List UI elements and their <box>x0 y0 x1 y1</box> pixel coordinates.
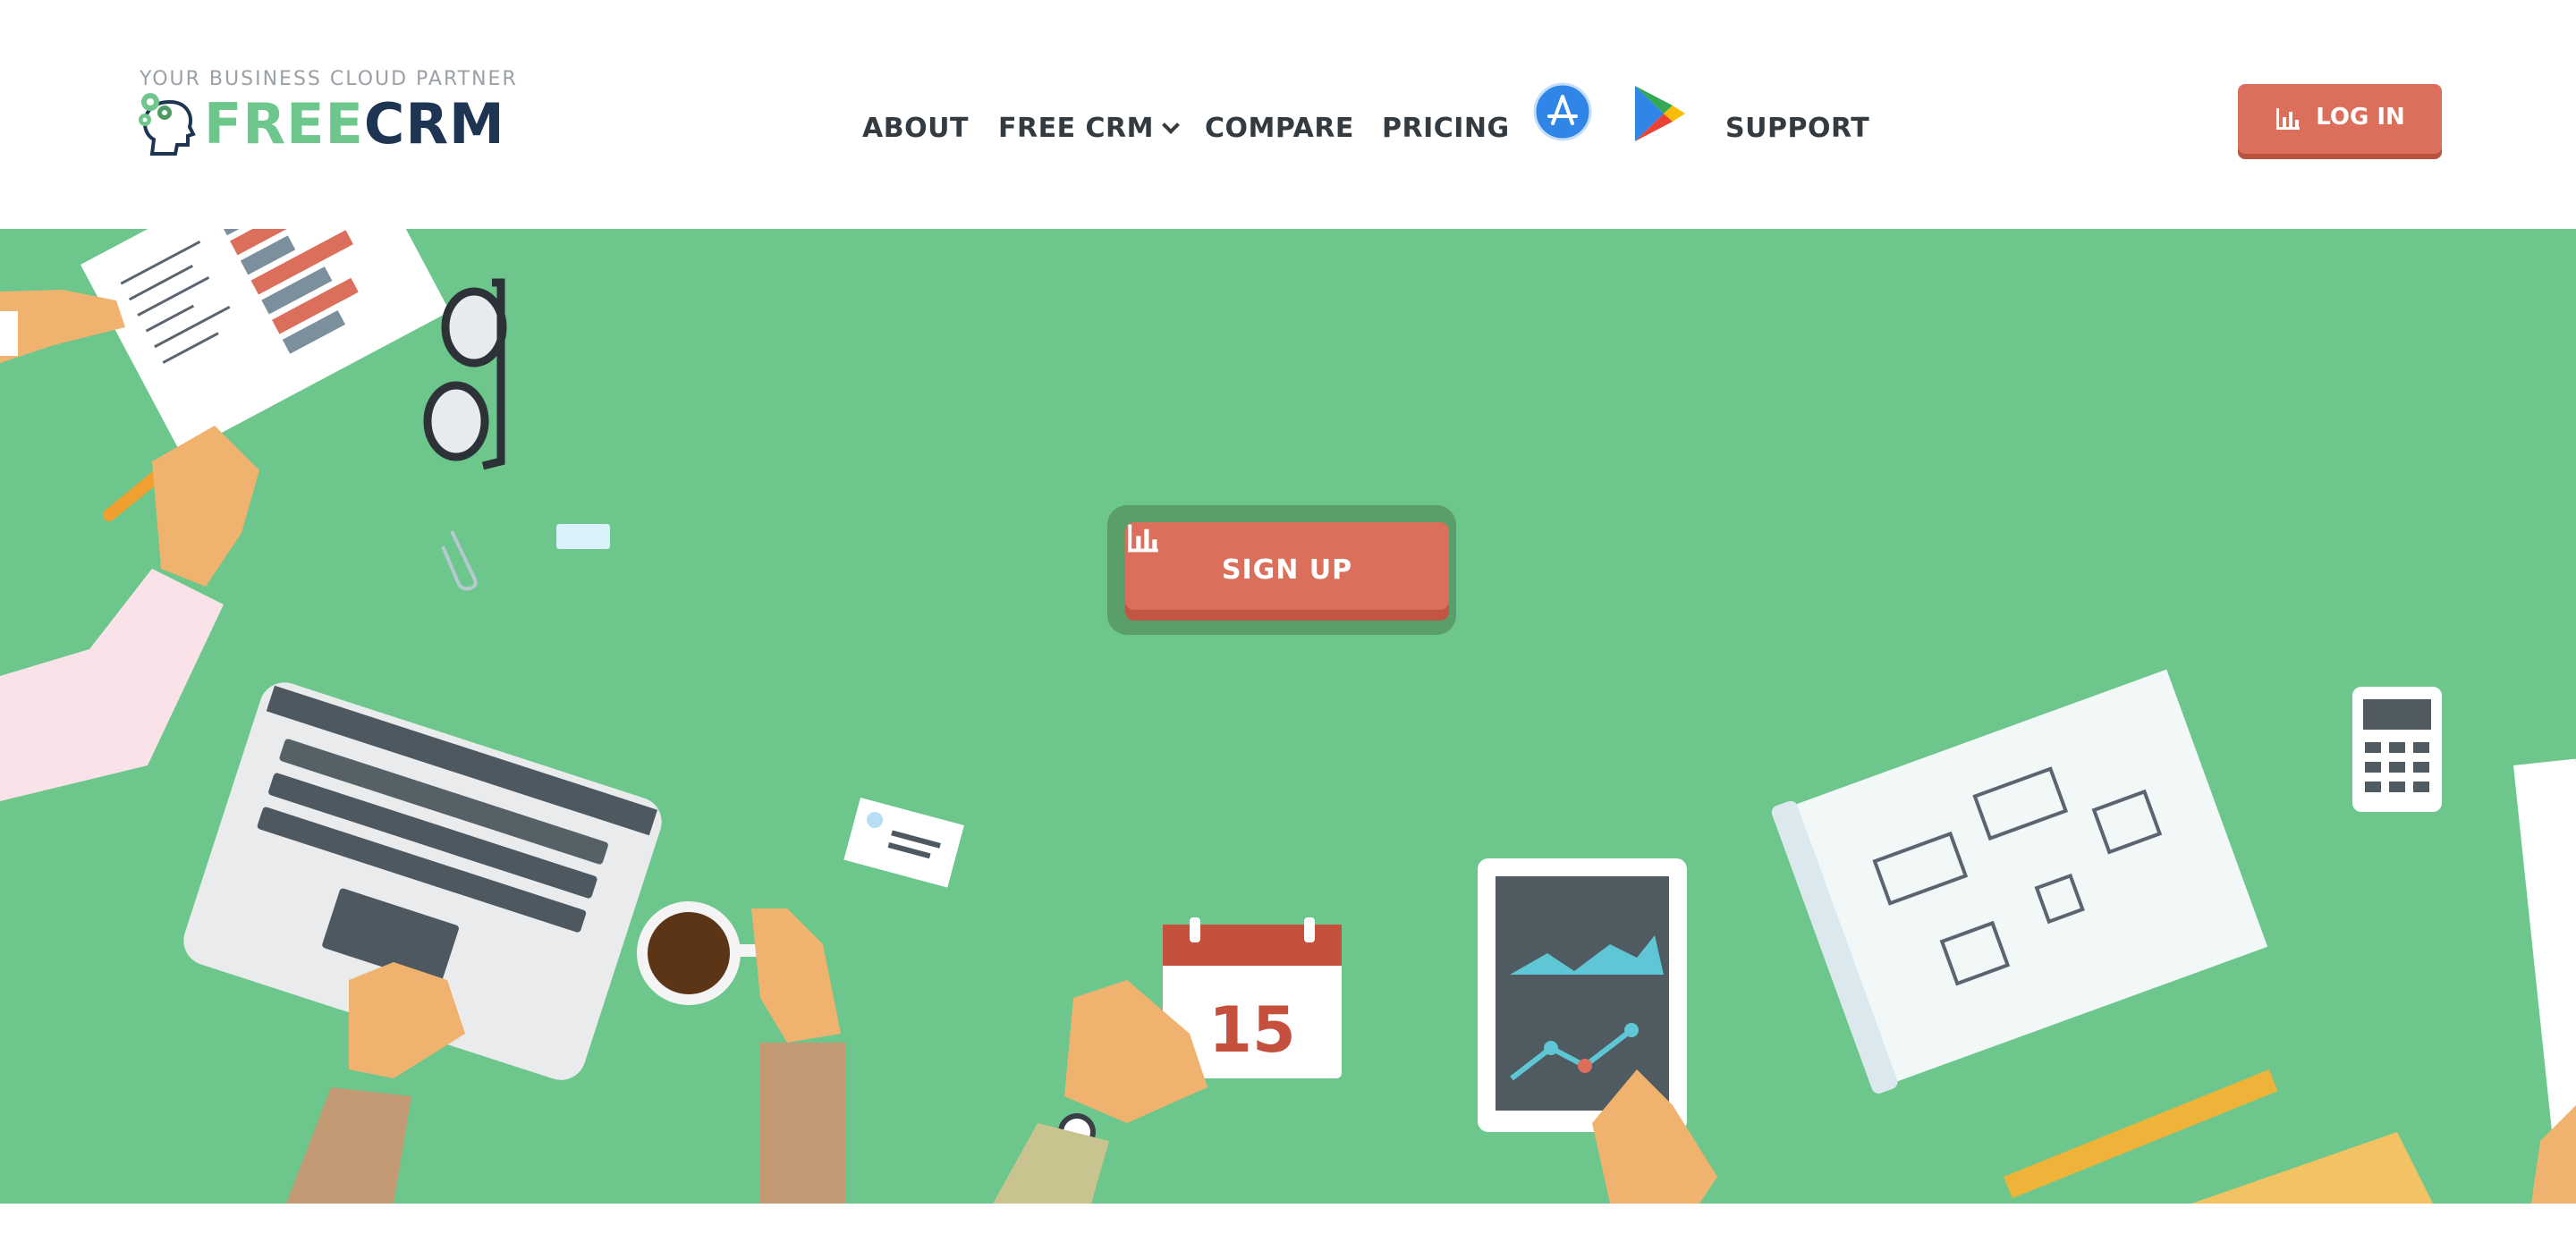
nav-compare[interactable]: COMPARE <box>1205 113 1354 144</box>
logo-free: FREE <box>204 91 364 156</box>
calculator <box>2352 687 2442 812</box>
nav-pricing[interactable]: PRICING <box>1382 113 1510 144</box>
head-gears-icon[interactable] <box>134 89 197 156</box>
hero-banner: 15 SIGN UP <box>0 229 2576 1204</box>
signup-button[interactable]: SIGN UP <box>1125 522 1449 621</box>
google-play-icon[interactable] <box>1631 84 1687 143</box>
tagline: YOUR BUSINESS CLOUD PARTNER <box>140 68 518 90</box>
app-store-icon[interactable] <box>1533 82 1592 141</box>
logo-crm: CRM <box>363 91 505 156</box>
logo-wordmark[interactable]: FREECRM <box>204 97 505 152</box>
coffee-cup <box>637 901 760 1005</box>
login-button[interactable]: LOG IN <box>2238 84 2442 154</box>
login-label: LOG IN <box>2316 104 2405 131</box>
site-header: YOUR BUSINESS CLOUD PARTNER FREECRM ABOU… <box>0 0 2576 229</box>
signup-label: SIGN UP <box>1221 553 1353 586</box>
report-document <box>80 229 450 454</box>
blueprint <box>1771 669 2268 1094</box>
nav-free-crm-label: FREE CRM <box>998 113 1154 144</box>
bar-chart-icon <box>2276 108 2301 130</box>
nav-support[interactable]: SUPPORT <box>1725 113 1869 144</box>
chevron-down-icon <box>1162 116 1180 134</box>
calendar-day: 15 <box>1208 993 1295 1067</box>
nav-free-crm[interactable]: FREE CRM <box>998 113 1180 144</box>
nav-about[interactable]: ABOUT <box>862 113 969 144</box>
bar-chart-icon <box>1128 524 1158 553</box>
hero-illustration: 15 <box>0 229 2576 1204</box>
